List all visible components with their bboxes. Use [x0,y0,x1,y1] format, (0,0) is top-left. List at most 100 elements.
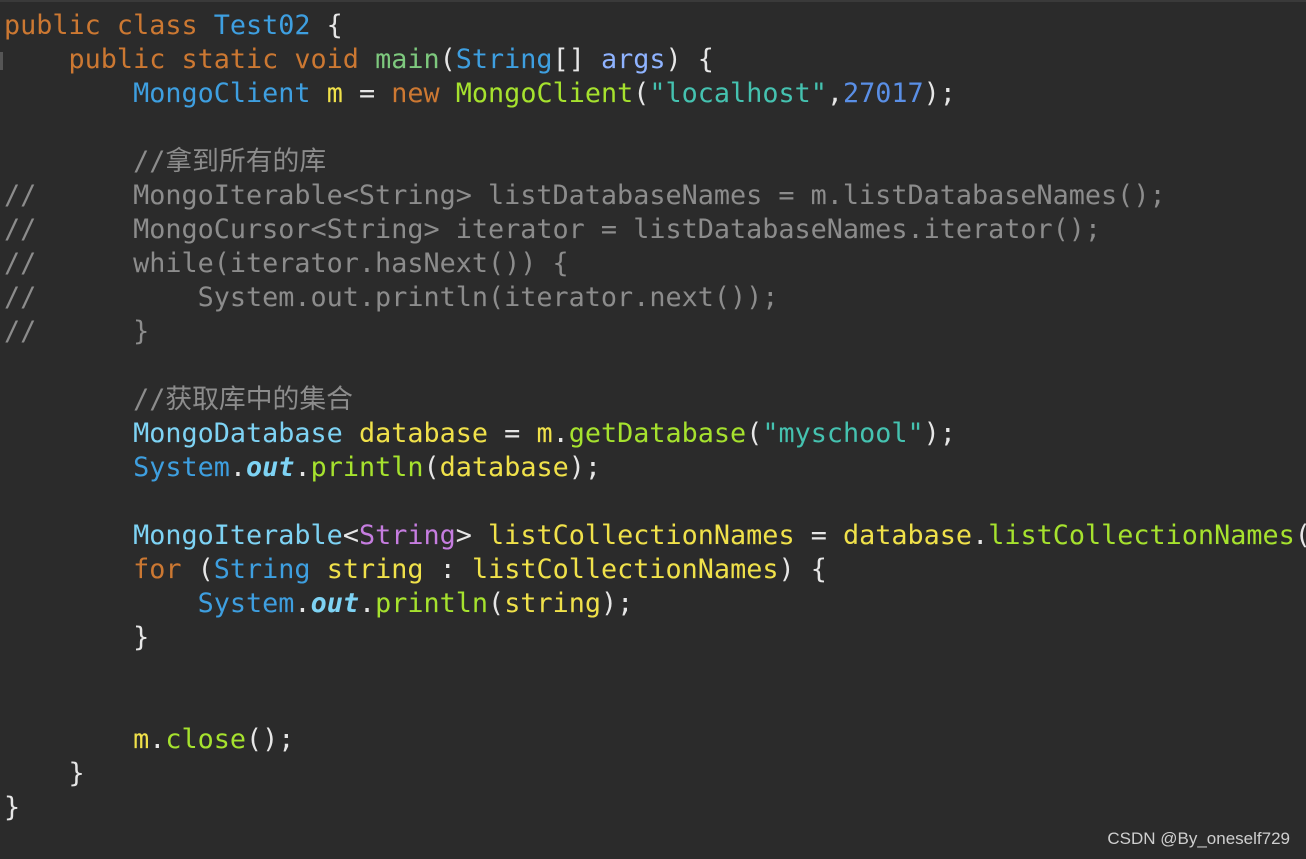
code-token: > [455,520,489,551]
code-token: } [4,622,150,653]
code-token: m [536,418,553,449]
code-line[interactable] [4,349,1306,383]
code-token: string [326,554,424,585]
code-token: out [310,588,359,619]
gutter-marker [0,52,3,70]
code-token: //拿到所有的库 [4,146,327,177]
code-token: main [375,44,440,75]
code-line[interactable]: } [4,791,1306,825]
code-line[interactable] [4,689,1306,723]
code-token: ) { [665,44,714,75]
code-token: MongoDatabase [133,418,343,449]
code-line[interactable]: //拿到所有的库 [4,145,1306,179]
code-token: ( [439,44,456,75]
code-line[interactable]: // System.out.println(iterator.next()); [4,281,1306,315]
code-token: } [4,792,21,823]
code-token: database [842,520,973,551]
code-token: ); [601,588,634,619]
code-token: . [972,520,989,551]
code-line[interactable]: } [4,621,1306,655]
code-token: { [310,10,343,41]
code-token: listCollectionNames [988,520,1295,551]
code-token: () [1295,520,1306,551]
code-token: = [488,418,537,449]
code-token: , [826,78,843,109]
code-line[interactable]: for (String string : listCollectionNames… [4,553,1306,587]
code-token: new [391,78,456,109]
code-line[interactable]: // while(iterator.hasNext()) { [4,247,1306,281]
code-line[interactable]: public class Test02 { [4,9,1306,43]
code-token: getDatabase [568,418,747,449]
code-token: close [165,724,247,755]
code-token: ); [568,452,602,483]
code-token: database [358,418,489,449]
code-editor[interactable]: public class Test02 { public static void… [0,0,1306,859]
code-token: String [358,520,456,551]
code-token: out [246,452,295,483]
code-token: } [4,758,85,789]
code-area[interactable]: public class Test02 { public static void… [4,9,1306,825]
code-token: : [423,554,472,585]
code-line[interactable]: // } [4,315,1306,349]
code-token: args [600,44,666,75]
code-token: . [229,452,247,483]
code-token: System [197,588,295,619]
code-token: public static void [4,44,376,75]
code-token: m [133,724,150,755]
code-token: string [504,588,601,619]
code-token: // MongoIterable<String> listDatabaseNam… [4,180,1166,211]
code-token: = [342,78,392,109]
code-token: MongoClient [455,78,634,109]
code-token: MongoClient [133,78,311,109]
code-token: ( [197,554,214,585]
code-token: listCollectionNames [488,520,795,551]
code-line[interactable]: public static void main(String[] args) { [4,43,1306,77]
code-token: < [342,520,359,551]
code-token: 27017 [843,78,924,109]
code-token: database [439,452,569,483]
code-token: ( [488,588,505,619]
code-token: = [794,520,843,551]
code-token: println [310,452,424,483]
code-line[interactable]: MongoDatabase database = m.getDatabase("… [4,417,1306,451]
code-line[interactable]: //获取库中的集合 [4,383,1306,417]
code-line[interactable] [4,485,1306,519]
code-token: Test02 [213,10,311,41]
code-line[interactable] [4,111,1306,145]
code-token: listCollectionNames [471,554,779,585]
code-line[interactable] [4,655,1306,689]
code-line[interactable]: m.close(); [4,723,1306,757]
code-line[interactable]: System.out.println(database); [4,451,1306,485]
code-token: ( [423,452,440,483]
code-token: System [133,452,230,483]
code-token: MongoIterable [133,520,343,551]
code-line[interactable]: MongoClient m = new MongoClient("localho… [4,77,1306,111]
code-token: . [294,452,311,483]
code-token: . [294,588,311,619]
code-token: // System.out.println(iterator.next()); [4,282,779,313]
code-line[interactable]: System.out.println(string); [4,587,1306,621]
code-token: . [358,588,376,619]
code-token: ( [746,418,763,449]
code-line[interactable]: } [4,757,1306,791]
code-line[interactable]: // MongoIterable<String> listDatabaseNam… [4,179,1306,213]
code-line[interactable]: MongoIterable<String> listCollectionName… [4,519,1306,553]
code-token: public class [4,10,214,41]
code-token: . [552,418,569,449]
code-line[interactable]: // MongoCursor<String> iterator = listDa… [4,213,1306,247]
code-token: m [326,78,343,109]
code-token: String [455,44,553,75]
code-token: ); [923,418,956,449]
code-token: ); [923,78,956,109]
code-token: "myschool" [762,418,924,449]
code-token: (); [246,724,295,755]
